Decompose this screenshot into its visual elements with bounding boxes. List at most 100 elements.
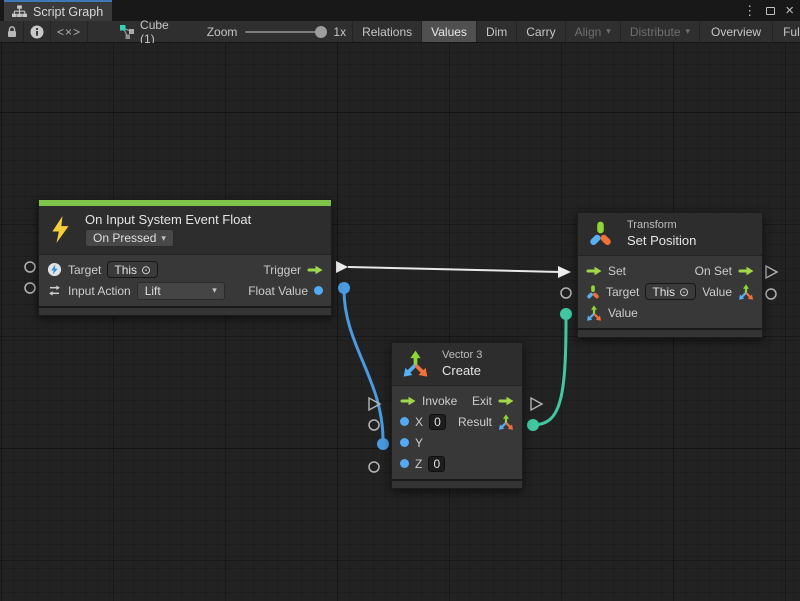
align-label: Align [575,25,602,39]
chevron-down-icon: ▾ [606,26,611,37]
tab-title: Script Graph [33,5,103,19]
zoom-slider-handle[interactable] [315,26,327,38]
code-icon: <×> [57,25,81,39]
chevron-down-icon: ▾ [161,233,166,244]
node-vector3-create[interactable]: Vector 3 Create Invoke Exit X 0 Result [391,342,523,489]
object-picker-icon: ⊙ [141,264,151,276]
node-footer [578,328,762,337]
menu-icon[interactable]: ⋮ [743,4,756,17]
create-x-row: X 0 Result [400,411,514,432]
flow-arrow-icon[interactable] [400,396,416,406]
target-object-field[interactable]: This ⊙ [645,283,696,300]
flow-arrow-icon[interactable] [738,266,754,276]
trigger-label: Trigger [263,263,301,277]
dim-button[interactable]: Dim [477,21,517,42]
script-graph-icon [12,5,27,18]
node-title: On Input System Event Float [85,212,251,227]
maximize-icon[interactable] [766,7,775,15]
window-controls: ⋮ × [743,0,796,21]
lock-button[interactable] [0,21,24,42]
zoom-label: Zoom [207,25,238,39]
node-footer [392,479,522,488]
graph-selector[interactable]: Cube (1) [110,21,179,42]
input-action-label: Input Action [68,284,131,298]
zoom-control: Zoom 1x [207,21,346,42]
value-in-label: Value [608,306,638,320]
node-title: Create [442,363,482,378]
lock-icon [6,25,18,38]
target-object-field[interactable]: This ⊙ [107,261,158,278]
input-action-value: Lift [145,284,161,298]
transform-icon [588,220,613,247]
target-value: This [652,285,675,299]
set-label: Set [608,264,626,278]
event-mode-dropdown[interactable]: On Pressed ▾ [85,229,174,247]
transform-icon [586,285,600,299]
tab-bar: Script Graph ⋮ × [0,0,800,21]
event-inputaction-row: Input Action Lift ▾ Float Value [47,280,323,301]
event-mode-value: On Pressed [93,231,156,245]
create-invoke-row: Invoke Exit [400,390,514,411]
value-port-dot[interactable] [314,286,323,295]
overview-button[interactable]: Overview [700,21,773,42]
flow-arrow-icon[interactable] [498,396,514,406]
node-category: Vector 3 [442,349,482,361]
vector3-icon [402,350,429,377]
result-label: Result [458,415,492,429]
input-action-dropdown[interactable]: Lift ▾ [137,282,225,300]
x-value-field[interactable]: 0 [429,414,446,430]
node-transform-set-position[interactable]: Transform Set Position Set On Set Target… [577,212,763,338]
vector3-icon[interactable] [738,284,754,300]
value-port-dot[interactable] [400,438,409,447]
info-button[interactable] [24,21,51,42]
code-view-button[interactable]: <×> [51,21,88,42]
on-set-label: On Set [695,264,732,278]
distribute-dropdown[interactable]: Distribute ▾ [621,21,700,42]
close-icon[interactable]: × [785,3,794,18]
zoom-slider[interactable] [245,31,325,33]
transform-value-row: Value [586,302,754,323]
lightning-icon [51,216,70,243]
graph-toolbar: <×> Cube (1) Zoom 1x Relations Values Di… [0,21,800,43]
info-icon [30,25,44,39]
vector3-icon[interactable] [498,414,514,430]
target-value: This [114,263,137,277]
values-button[interactable]: Values [422,21,477,42]
relations-button[interactable]: Relations [352,21,422,42]
full-screen-button[interactable]: Full Screen [773,21,800,42]
distribute-label: Distribute [630,25,681,39]
exit-label: Exit [472,394,492,408]
flow-arrow-icon[interactable] [586,266,602,276]
tab-script-graph[interactable]: Script Graph [4,0,112,21]
zoom-value: 1x [333,25,346,39]
script-graph-window: Script Graph ⋮ × <×> Cube (1) Zoom 1x Re… [0,0,800,601]
target-label: Target [68,263,101,277]
flow-arrow-icon[interactable] [307,265,323,275]
float-value-label: Float Value [248,284,308,298]
invoke-label: Invoke [422,394,457,408]
carry-button[interactable]: Carry [517,21,565,42]
transform-target-row: Target This ⊙ Value [586,281,754,302]
x-label: X [415,415,423,429]
graph-selector-icon [120,25,134,39]
transform-set-row: Set On Set [586,260,754,281]
chevron-down-icon: ▾ [686,26,691,37]
align-dropdown[interactable]: Align ▾ [566,21,621,42]
create-z-row: Z 0 [400,453,514,474]
event-target-icon [47,262,62,277]
input-action-icon [47,283,62,298]
value-port-dot[interactable] [400,459,409,468]
value-out-label: Value [702,285,732,299]
event-target-row: Target This ⊙ Trigger [47,259,323,280]
node-on-input-system-event-float[interactable]: On Input System Event Float On Pressed ▾… [38,199,332,316]
z-label: Z [415,457,422,471]
object-picker-icon: ⊙ [679,286,689,298]
graph-selector-label: Cube (1) [140,18,169,46]
node-category: Transform [627,219,696,231]
value-port-dot[interactable] [400,417,409,426]
vector3-icon[interactable] [586,305,602,321]
node-footer [39,306,331,315]
z-value-field[interactable]: 0 [428,456,445,472]
create-y-row: Y [400,432,514,453]
chevron-down-icon: ▾ [212,285,217,296]
